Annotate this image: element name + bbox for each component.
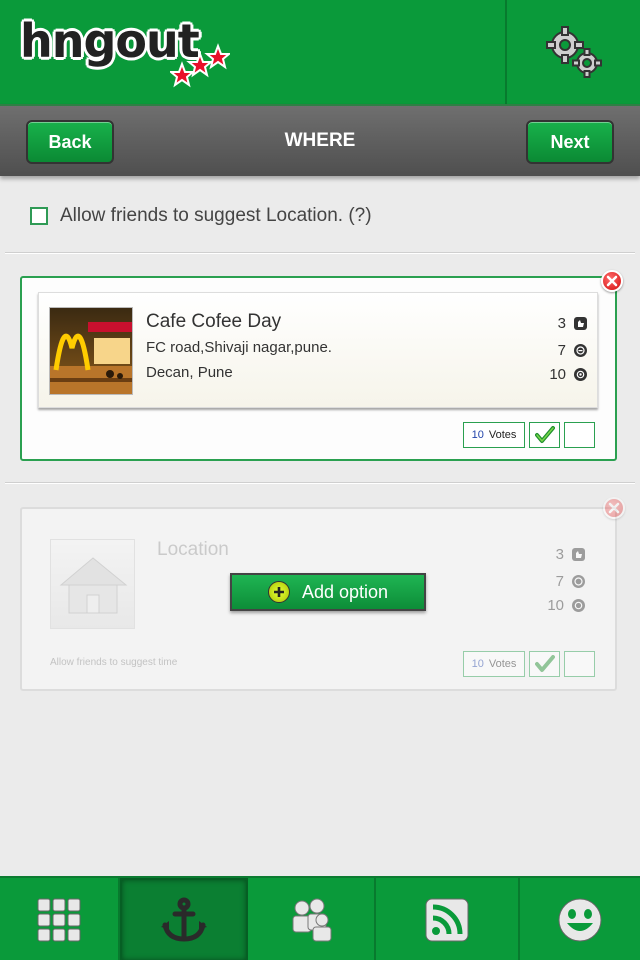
next-button[interactable]: Next <box>526 120 614 164</box>
stat-value: 3 <box>555 546 564 563</box>
page-title: WHERE <box>284 130 356 151</box>
nav-bar: Back WHERE Next <box>0 104 640 176</box>
close-icon <box>606 275 618 287</box>
hand-icon <box>574 317 587 330</box>
add-option-label: Add option <box>301 581 389 602</box>
house-icon <box>59 557 128 614</box>
face-icon <box>572 575 585 588</box>
votes-label: Votes <box>488 429 517 441</box>
gear-icon <box>545 26 602 78</box>
people-icon <box>292 898 332 942</box>
stat-value: 7 <box>555 573 564 590</box>
stat-foursquare: 3 <box>556 546 585 563</box>
face-icon <box>574 344 587 357</box>
votes-label: Votes <box>488 658 517 670</box>
plus-icon <box>267 581 290 603</box>
tab-checkin[interactable] <box>120 878 248 960</box>
place-area: Decan, Pune <box>146 364 233 381</box>
tab-apps[interactable] <box>0 878 120 960</box>
location-title: Location <box>157 539 229 560</box>
settings-button[interactable] <box>507 0 640 104</box>
votes-count: 10 Votes <box>463 422 525 448</box>
hngout-logo: hngout <box>20 14 230 90</box>
grid-icon <box>37 898 81 942</box>
place-thumbnail <box>49 307 133 395</box>
stars-icon <box>170 43 230 88</box>
tab-profile[interactable] <box>520 878 640 960</box>
bottom-tab-bar <box>0 876 640 960</box>
smiley-icon <box>558 898 602 942</box>
allow-suggest-label: Allow friends to suggest Location. (?) <box>60 205 372 226</box>
check-icon <box>534 655 555 672</box>
target-icon <box>574 368 587 381</box>
remove-option-button <box>603 497 625 519</box>
votes-number: 10 <box>471 658 484 670</box>
stat-foursquare: 3 <box>558 315 587 332</box>
check-icon <box>534 426 555 443</box>
divider <box>5 482 635 484</box>
anchor-icon <box>161 897 207 942</box>
stat-value: 10 <box>549 366 566 383</box>
stat-value: 7 <box>557 342 566 359</box>
stat-visits: 10 <box>547 597 585 614</box>
tab-friends[interactable] <box>248 878 376 960</box>
allow-suggest-checkbox[interactable] <box>30 207 48 225</box>
stat-dislike: 7 <box>558 342 587 359</box>
location-details: Cafe Cofee Day FC road,Shivaji nagar,pun… <box>38 292 598 408</box>
location-placeholder-thumb <box>50 539 135 629</box>
divider <box>5 252 635 254</box>
close-icon <box>608 502 620 514</box>
location-option-card[interactable]: Cafe Cofee Day FC road,Shivaji nagar,pun… <box>20 276 617 461</box>
stat-visits: 10 <box>549 366 587 383</box>
app-header: hngout <box>0 0 640 104</box>
vote-no-button <box>564 651 595 677</box>
votes-number: 10 <box>471 429 484 441</box>
target-icon <box>572 599 585 612</box>
stat-value: 10 <box>547 597 564 614</box>
votes-count: 10 Votes <box>463 651 525 677</box>
remove-option-button[interactable] <box>601 270 623 292</box>
back-button[interactable]: Back <box>26 120 114 164</box>
place-name: Cafe Cofee Day <box>146 311 282 332</box>
hand-icon <box>572 548 585 561</box>
vote-no-button[interactable] <box>564 422 595 448</box>
add-option-button[interactable]: Add option <box>230 573 426 611</box>
vote-yes-button[interactable] <box>529 422 560 448</box>
stat-value: 3 <box>557 315 566 332</box>
rss-icon <box>425 898 469 942</box>
place-address: FC road,Shivaji nagar,pune. <box>146 339 332 356</box>
suggest-time-note: Allow friends to suggest time <box>50 657 178 668</box>
vote-yes-button <box>529 651 560 677</box>
allow-suggest-row[interactable]: Allow friends to suggest Location. (?) <box>30 200 372 232</box>
tab-feed[interactable] <box>376 878 520 960</box>
stat-dislike: 7 <box>556 573 585 590</box>
